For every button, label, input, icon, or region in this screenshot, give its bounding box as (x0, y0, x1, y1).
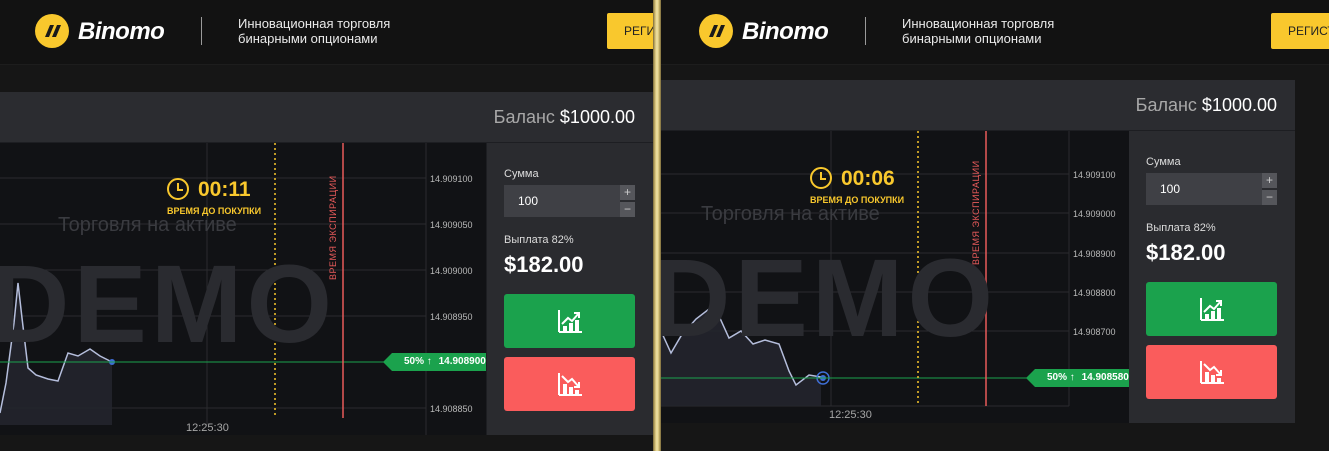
tagline-line-2: бинарными опционами (902, 31, 1042, 46)
trading-app: Баланс $1000.00 DEMO Торговля на активе … (0, 92, 653, 435)
tagline-line-1: Инновационная торговля (902, 16, 1055, 31)
price-tick: 14.908700 (1073, 327, 1116, 337)
price-tick: 14.909000 (430, 266, 473, 276)
minus-icon[interactable]: − (1262, 190, 1277, 205)
purchase-timer: 00:06 (841, 167, 895, 190)
payout-value: $182.00 (1146, 240, 1226, 265)
expiration-label: ВРЕМЯ ЭКСПИРАЦИИ (971, 160, 981, 265)
balance: Баланс $1000.00 (494, 107, 635, 128)
payout-label: Выплата 82% (1146, 222, 1216, 234)
demo-watermark: DEMO (661, 237, 997, 360)
minus-icon[interactable]: − (620, 202, 635, 217)
call-up-button[interactable] (1146, 282, 1277, 336)
percent-indicator: 50% ↑ (1047, 372, 1075, 383)
site-header: Binomo Инновационная торговля бинарными … (0, 0, 653, 65)
balance: Баланс $1000.00 (1136, 95, 1277, 116)
clock-icon (810, 167, 832, 189)
price-tick: 14.909000 (1073, 209, 1116, 219)
current-price: 14.908580 (1081, 372, 1129, 383)
purchase-timer-label: ВРЕМЯ ДО ПОКУПКИ (167, 206, 262, 216)
put-down-button[interactable] (504, 357, 635, 411)
call-up-button[interactable] (504, 294, 635, 348)
trade-panel: Сумма 100 + − Выплата 82% $182.00 (487, 143, 653, 435)
purchase-timer-label: ВРЕМЯ ДО ПОКУПКИ (810, 195, 905, 205)
payout-label: Выплата 82% (504, 234, 574, 246)
demo-watermark: DEMO (0, 243, 336, 366)
price-tick: 14.909100 (1073, 170, 1116, 180)
put-down-button[interactable] (1146, 345, 1277, 399)
chart-down-icon (1199, 361, 1224, 384)
price-tick: 14.908850 (430, 404, 473, 414)
asset-watermark: Торговля на активе (58, 214, 237, 236)
time-tick: 12:25:30 (186, 422, 229, 434)
balance-label: Баланс (493, 107, 555, 127)
tagline-line-2: бинарными опционами (238, 31, 378, 46)
time-tick: 12:25:30 (829, 409, 872, 421)
balance-value: $1000.00 (1201, 95, 1277, 115)
price-tick: 14.908900 (1073, 249, 1116, 259)
price-chart[interactable]: DEMO Торговля на активе 00:06 ВРЕМЯ ДО П… (661, 131, 1129, 423)
balance-value: $1000.00 (559, 107, 635, 127)
expiration-label: ВРЕМЯ ЭКСПИРАЦИИ (328, 175, 338, 280)
tagline: Инновационная торговля бинарными опциона… (238, 16, 438, 46)
header-divider (865, 17, 866, 45)
sum-input[interactable]: 100 (1146, 173, 1262, 205)
plus-icon[interactable]: + (620, 185, 635, 200)
brand-name[interactable]: Binomo (742, 18, 829, 46)
current-price-tag: 50% ↑ 14.908900 (383, 353, 486, 371)
price-tick: 14.909100 (430, 174, 473, 184)
brand-name[interactable]: Binomo (78, 18, 165, 46)
purchase-timer: 00:11 (198, 178, 251, 201)
price-tick: 14.909050 (430, 220, 473, 230)
site-header: Binomo Инновационная торговля бинарными … (661, 0, 1329, 65)
asset-watermark: Торговля на активе (701, 203, 880, 225)
register-button[interactable]: РЕГИСТРАЦИЯ (607, 13, 653, 49)
binomo-logo-icon[interactable] (699, 14, 733, 48)
tagline-line-1: Инновационная торговля (238, 16, 391, 31)
price-tick: 14.908800 (1073, 288, 1116, 298)
register-button[interactable]: РЕГИСТРАЦИЯ (1271, 13, 1329, 49)
current-price: 14.908900 (438, 356, 486, 367)
balance-bar: Баланс $1000.00 (0, 92, 653, 142)
chart-up-icon (557, 310, 582, 333)
sum-input[interactable]: 100 (504, 185, 620, 217)
tagline: Инновационная торговля бинарными опциона… (902, 16, 1102, 46)
current-price-tag: 50% ↑ 14.908580 (1026, 369, 1129, 387)
price-tick: 14.908950 (430, 312, 473, 322)
balance-label: Баланс (1135, 95, 1197, 115)
trading-app: Баланс $1000.00 DEMO Торговля на активе … (661, 80, 1295, 423)
left-screenshot-panel: Binomo Инновационная торговля бинарными … (0, 0, 653, 451)
plus-icon[interactable]: + (1262, 173, 1277, 188)
right-screenshot-panel: Binomo Инновационная торговля бинарными … (661, 0, 1329, 451)
payout-value: $182.00 (504, 252, 584, 277)
panel-divider (653, 0, 661, 451)
price-chart[interactable]: DEMO Торговля на активе 00:11 ВРЕМЯ ДО П… (0, 143, 486, 435)
percent-indicator: 50% ↑ (404, 356, 432, 367)
balance-bar: Баланс $1000.00 (661, 80, 1295, 130)
binomo-logo-icon[interactable] (35, 14, 69, 48)
sum-label: Сумма (1146, 156, 1181, 168)
trade-panel: Сумма 100 + − Выплата 82% $182.00 (1129, 131, 1295, 423)
chart-down-icon (557, 373, 582, 396)
header-divider (201, 17, 202, 45)
sum-label: Сумма (504, 168, 539, 180)
chart-up-icon (1199, 298, 1224, 321)
clock-icon (167, 178, 189, 200)
